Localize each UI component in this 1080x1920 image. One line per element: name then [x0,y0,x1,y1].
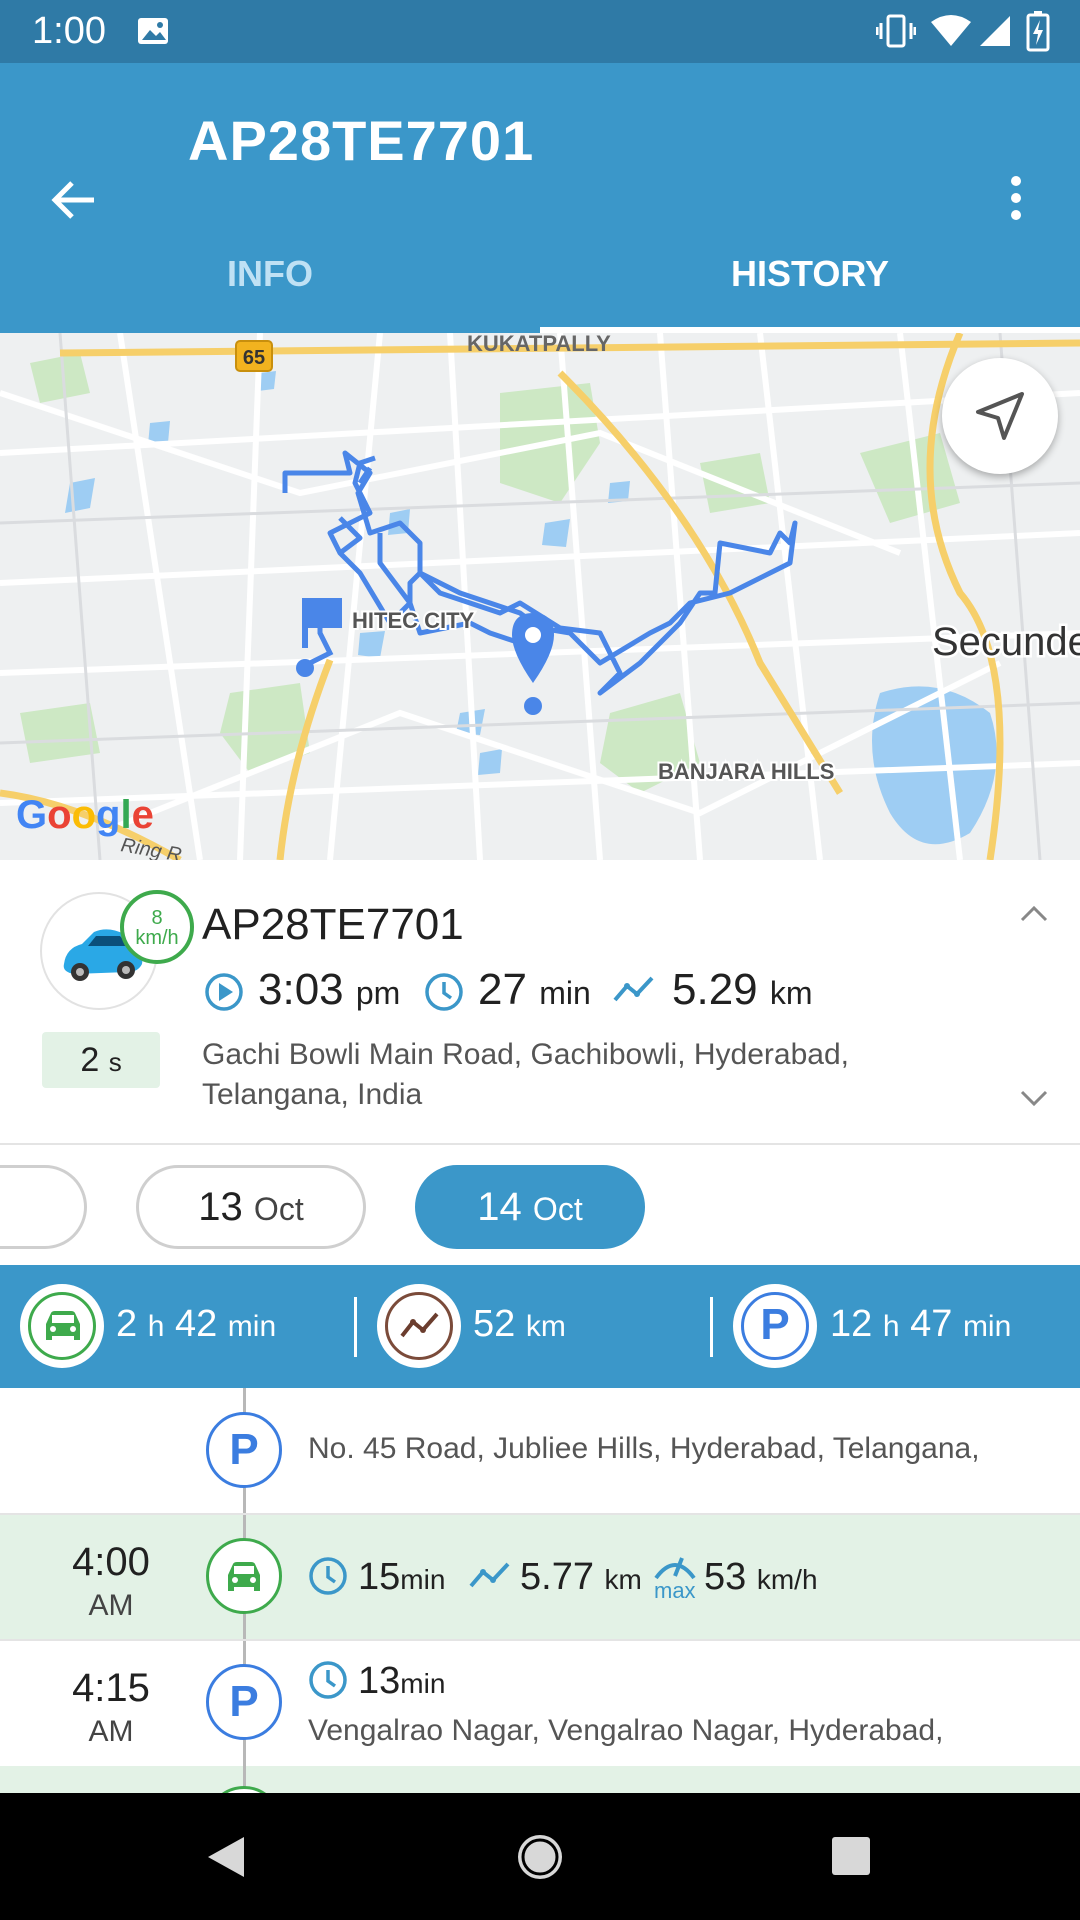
app-bar: AP28TE7701 INFO HISTORY [0,63,1080,333]
drive-time-summary: 2 h 42 min [116,1303,277,1345]
trip-distance-value: 5.29 [672,965,758,1014]
distance-trend-icon [400,1312,439,1338]
start-time-suffix: pm [355,975,401,1011]
play-circle-icon [205,973,243,1011]
current-point-marker [524,697,542,715]
distance-trend-icon [613,976,654,1002]
date-chip-13-oct[interactable]: 13 Oct [136,1165,366,1249]
clock-icon [309,1661,347,1699]
summary-divider [710,1297,713,1357]
parking-icon: P [760,1300,790,1349]
max-speed: 53 km/h [704,1556,818,1598]
parking-duration: 13min [358,1660,446,1702]
timeline-time: 4:15 AM [72,1666,150,1748]
trip-duration-value: 27 [478,965,527,1014]
trip-duration: 27 min [478,965,591,1015]
speed-unit: km/h [135,927,179,949]
map-label-kukatpally: KUKATPALLY [467,333,611,356]
status-time: 1:00 [32,10,106,52]
more-options-icon[interactable] [1006,173,1026,223]
navigation-arrow-icon [976,392,1024,440]
back-arrow-icon[interactable] [48,175,98,225]
start-time: 3:03 pm [258,965,400,1015]
drive-summary-badge [20,1284,104,1368]
tab-info[interactable]: INFO [0,253,540,295]
start-point-marker [296,659,314,677]
map-canvas: 65 KUKATPALLY HITEC CITY BANJARA HILLS S… [0,333,1080,860]
date-chip-prev[interactable]: ct [0,1165,87,1249]
distance-summary: 52 km [473,1303,566,1345]
vehicle-card: 8 km/h AP28TE7701 2 s 3:03 pm 27 min 5.2… [0,860,1080,1145]
recents-icon[interactable] [830,1835,872,1877]
timeline-row-next[interactable] [0,1766,1080,1793]
trip-duration-unit: min [539,975,591,1011]
vibrate-icon [876,14,916,48]
clock-icon [309,1557,347,1595]
chevron-up-icon[interactable] [1018,902,1050,924]
timeline-address: No. 45 Road, Jubliee Hills, Hyderabad, T… [308,1432,980,1465]
system-nav-bar [0,1793,1080,1920]
history-timeline[interactable]: P No. 45 Road, Jubliee Hills, Hyderabad,… [0,1388,1080,1793]
google-logo: Google [16,793,154,837]
tab-history[interactable]: HISTORY [540,253,1080,295]
vehicle-plate: AP28TE7701 [202,900,464,949]
map-label-banjara-hills: BANJARA HILLS [658,759,834,784]
back-icon[interactable] [204,1833,248,1881]
last-update-unit: s [108,1047,122,1077]
speed-badge: 8 km/h [120,890,194,964]
drive-duration: 15min [358,1556,446,1598]
parking-time-summary: 12 h 47 min [830,1303,1012,1345]
home-icon[interactable] [514,1831,566,1883]
distance-summary-badge [377,1284,461,1368]
highway-shield: 65 [235,340,273,372]
location-pin-icon [512,613,554,683]
timeline-address: Vengalrao Nagar, Vengalrao Nagar, Hydera… [308,1714,944,1747]
car-icon [228,1562,260,1591]
chevron-down-icon[interactable] [1018,1088,1050,1110]
summary-divider [354,1297,357,1357]
drive-distance: 5.77 km [520,1556,642,1598]
recenter-button[interactable] [942,358,1058,474]
last-update-value: 2 [80,1041,100,1079]
map-view[interactable]: 65 KUKATPALLY HITEC CITY BANJARA HILLS S… [0,333,1080,860]
trip-distance: 5.29 km [672,965,813,1015]
last-update-chip: 2 s [42,1032,160,1088]
wifi-icon [931,15,971,46]
page-title: AP28TE7701 [188,109,535,172]
date-chip-14-oct[interactable]: 14 Oct [415,1165,645,1249]
drive-icon [206,1538,282,1614]
day-summary-bar: 2 h 42 min 52 km P 12 h 47 min [0,1265,1080,1388]
highway-shield-label: 65 [243,347,265,369]
speed-value: 8 [151,907,163,929]
parking-summary-badge: P [733,1284,817,1368]
trip-distance-unit: km [769,975,813,1011]
cell-signal-icon [980,16,1010,46]
parking-icon: P [206,1412,282,1488]
map-label-hitec-city: HITEC CITY [352,608,475,633]
distance-trend-icon [469,1562,510,1588]
parking-icon: P [206,1664,282,1740]
vehicle-address: Gachi Bowli Main Road, Gachibowli, Hyder… [202,1038,849,1111]
map-label-secunderabad: Secunde [932,620,1080,664]
clock-icon [425,973,463,1011]
date-selector: ct 13 Oct 14 Oct [0,1145,1080,1265]
battery-charging-icon [1026,11,1050,52]
max-speed-icon: max [652,1552,698,1603]
start-time-value: 3:03 [258,965,344,1014]
status-bar: 1:00 [0,0,1080,63]
car-icon [46,1311,80,1340]
image-notification-icon [138,18,168,44]
timeline-time: 4:00 AM [72,1540,150,1622]
map-label-ring-road: Ring R [119,834,183,860]
